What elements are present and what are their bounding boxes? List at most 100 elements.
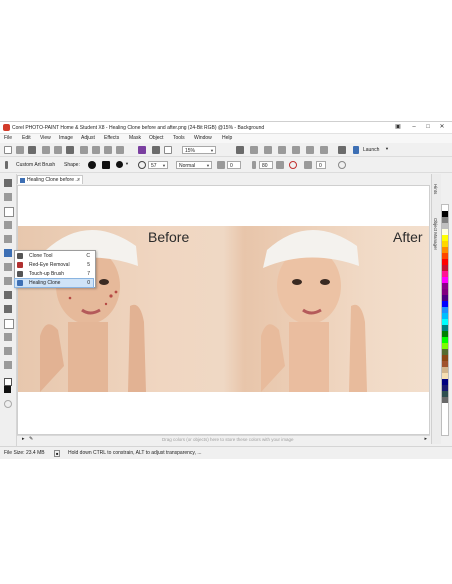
feather-icon[interactable] [276,161,284,169]
flyout-item-clone-tool[interactable]: Clone Tool C [15,252,93,260]
export-icon[interactable] [54,146,62,154]
freehand-mask-icon[interactable] [4,221,12,229]
flyout-item-shortcut: 5 [87,262,90,268]
tray-arrow-icon[interactable]: ▸ [22,436,25,442]
eyedropper-icon[interactable] [4,277,12,285]
palette-swatch[interactable] [442,397,448,403]
zoom-level-combo[interactable]: 15% ▼ [182,146,216,154]
menu-object[interactable]: Object [149,135,163,141]
touch-up-brush-icon [17,271,23,277]
title-bar: Corel PHOTO-PAINT Home & Student X8 - He… [0,122,452,134]
menu-window[interactable]: Window [194,135,212,141]
document-tab[interactable]: Healing Clone before ... × [17,175,83,184]
tray-menu-icon[interactable]: ▸ [424,436,427,442]
merge-mode-combo[interactable]: Normal ▼ [176,161,212,169]
foreground-color-icon[interactable] [4,386,11,393]
save-icon[interactable] [28,146,36,154]
close-button[interactable]: ✕ [438,124,446,131]
extra-field[interactable]: 0 [316,161,326,169]
nib-size-field[interactable]: 57 ▼ [148,161,168,169]
menu-help[interactable]: Help [222,135,232,141]
shape-chevron-icon[interactable]: ▼ [125,161,129,166]
info-icon: ■ [54,450,61,457]
object-icon[interactable] [164,146,172,154]
add-tool-icon[interactable] [4,400,12,408]
opacity-field[interactable]: 80 [259,161,273,169]
merge-mode-value: Normal [179,163,196,169]
print-icon[interactable] [66,146,74,154]
document-canvas[interactable]: Before After [17,185,430,435]
brush-picker-icon[interactable] [5,161,8,169]
paint-brush-icon[interactable] [4,305,12,313]
effect-tool-icon[interactable] [4,347,12,355]
maximize-button[interactable]: □ [424,124,432,131]
magic-wand-icon[interactable] [4,235,12,243]
menu-view[interactable]: View [40,135,51,141]
round-shape-icon[interactable] [88,161,96,169]
flyout-item-red-eye-removal[interactable]: Red-Eye Removal 5 [15,261,93,269]
spray-icon[interactable] [289,161,297,169]
color-tray[interactable]: ▸ ✎ Drag colors (or objects) here to sto… [17,435,430,444]
menu-bar: File Edit View Image Adjust Effects Mask… [0,134,452,143]
pressure-icon[interactable] [304,161,312,169]
menu-tools[interactable]: Tools [173,135,185,141]
rectangle-mask-icon[interactable] [4,207,14,217]
chevron-down-icon: ▼ [210,148,214,153]
copy-icon[interactable] [92,146,100,154]
transform-tool-icon[interactable] [4,193,12,201]
property-bar: Custom Art Brush Shape: ▼ 57 ▼ Normal ▼ 0 … [0,158,452,173]
shape-tool-icon[interactable] [4,319,14,329]
add-icon[interactable] [338,161,346,169]
grid-icon[interactable] [320,146,328,154]
app-window: Corel PHOTO-PAINT Home & Student X8 - He… [0,121,452,459]
open-folder-icon[interactable] [16,146,24,154]
brush-type-label[interactable]: Custom Art Brush [16,162,55,168]
import-icon[interactable] [42,146,50,154]
eyedropper-small-icon[interactable]: ✎ [29,436,33,442]
transparency-field[interactable]: 0 [227,161,241,169]
zoom-100-icon[interactable] [278,146,286,154]
color-swatch-icon[interactable] [4,378,12,386]
corel-connect-icon[interactable] [138,146,146,154]
cut-icon[interactable] [80,146,88,154]
zoom-fit-icon[interactable] [236,146,244,154]
menu-file[interactable]: File [4,135,12,141]
tab-close-icon[interactable]: × [77,176,80,185]
custom-shape-icon[interactable] [116,161,123,168]
zoom-value: 15% [185,148,196,154]
guidelines-icon[interactable] [306,146,314,154]
menu-image[interactable]: Image [59,135,73,141]
opacity-icon [252,161,256,169]
pick-tool-icon[interactable] [4,179,12,187]
launch-label[interactable]: Launch [363,147,379,153]
launch-icon[interactable] [353,146,359,154]
menu-adjust[interactable]: Adjust [81,135,95,141]
image-file-icon [20,178,25,183]
flyout-item-healing-clone[interactable]: Healing Clone 0 [14,278,94,288]
flyout-item-touch-up-brush[interactable]: Touch-up Brush 7 [15,270,93,278]
mask-icon[interactable] [152,146,160,154]
eraser-icon[interactable] [4,333,12,341]
rulers-icon[interactable] [292,146,300,154]
zoom-height-icon[interactable] [264,146,272,154]
zoom-width-icon[interactable] [250,146,258,154]
menu-mask[interactable]: Mask [129,135,141,141]
menu-effects[interactable]: Effects [104,135,119,141]
crop-tool-icon[interactable] [4,263,12,271]
redo-icon[interactable] [116,146,124,154]
undo-icon[interactable] [104,146,112,154]
menu-edit[interactable]: Edit [22,135,31,141]
new-file-icon[interactable] [4,146,12,154]
fill-tool-icon[interactable] [4,361,12,369]
standard-toolbar: 15% ▼ Launch ▼ [0,144,452,157]
clone-tool-icon[interactable] [4,249,12,257]
text-tool-icon[interactable] [4,291,12,299]
object-manager-tab[interactable]: Object Manager [433,218,438,250]
gear-icon[interactable] [338,146,346,154]
help-icon[interactable]: ▣ [394,124,402,131]
launch-chevron-icon[interactable]: ▼ [385,146,389,151]
minimize-button[interactable]: – [410,124,418,131]
hints-tab[interactable]: Hints [433,184,438,194]
square-shape-icon[interactable] [102,161,110,169]
opacity-value: 80 [262,163,268,169]
